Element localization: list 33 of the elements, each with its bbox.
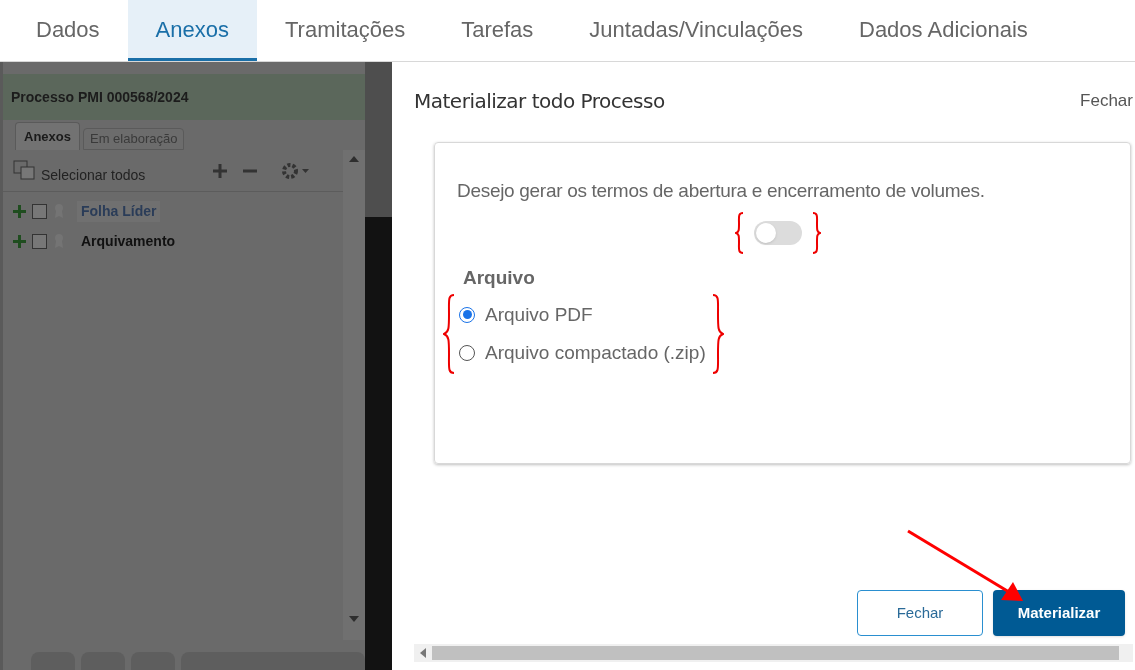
checkbox[interactable] [32,233,47,249]
tab[interactable]: Tramitações [257,0,434,61]
expand-icon[interactable] [13,234,26,248]
tab[interactable]: Anexos [15,122,80,150]
horizontal-scrollbar[interactable] [414,644,1133,662]
tab[interactable]: Dados Adicionais [831,0,1056,61]
list-item[interactable]: Arquivamento [77,230,180,252]
tab[interactable]: Dados [8,0,128,61]
close-button[interactable]: Fechar [857,590,983,636]
remove-icon[interactable] [243,168,257,173]
select-all-link[interactable]: Selecionar todos [41,165,211,186]
toggle-switch[interactable] [754,220,802,245]
brace-mark [812,211,821,254]
scroll-down-icon[interactable] [349,616,359,622]
group-label: Arquivo [463,265,536,290]
panel-title: Processo PMI 000568/2024 [3,74,365,120]
brace-mark [735,211,744,254]
question-text: Desejo gerar os termos de abertura e encerramento de volumes. [457,179,986,203]
materialize-button[interactable]: Materializar [993,590,1125,636]
tab[interactable]: Juntadas/Vinculações [561,0,831,61]
expand-icon[interactable] [13,204,26,218]
scrollbar[interactable] [343,150,365,640]
scroll-up-icon[interactable] [349,156,359,162]
tab[interactable]: Tarefas [433,0,562,61]
tab[interactable]: Anexos [127,0,257,61]
option-label[interactable]: Arquivo compactado (.zip) [485,339,706,368]
settings-icon[interactable] [281,160,311,181]
add-icon[interactable] [213,163,227,178]
option-label[interactable]: Arquivo PDF [485,300,593,329]
scroll-left-icon[interactable] [420,648,426,658]
dialog-title: Materializar todo Processo [414,88,665,115]
checkbox[interactable] [32,203,47,219]
close-link[interactable]: Fechar [1080,88,1133,114]
